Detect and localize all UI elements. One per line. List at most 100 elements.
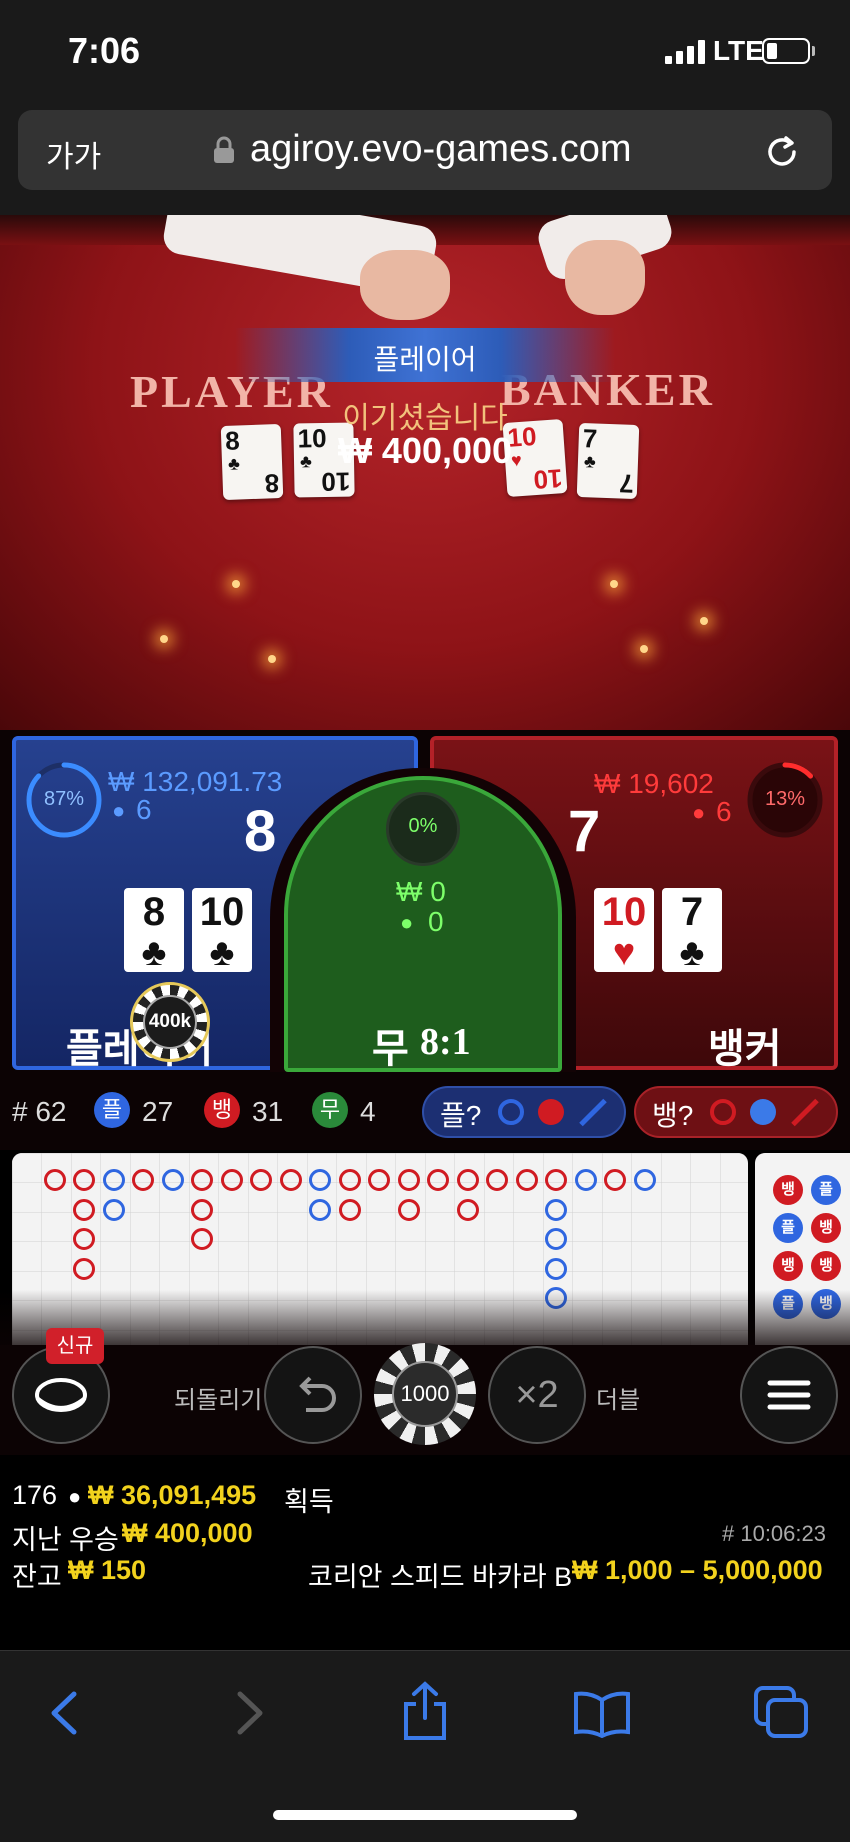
road-mark [397,1198,420,1221]
road-mark [102,1198,125,1221]
bead: 플 [773,1213,803,1243]
road-mark [456,1198,479,1221]
table-name: 코리안 스피드 바카라 B [308,1562,573,1592]
last-win-amount: ₩ 400,000 [122,1518,253,1548]
last-win-label: 지난 우승 [12,1525,119,1555]
tie-bet-amount: ₩ 0 [396,876,446,907]
won-suffix: 획득 [284,1487,334,1517]
road-mark [191,1169,213,1191]
undo-icon [299,1376,336,1412]
undo-button[interactable] [264,1346,362,1444]
road-mark [545,1198,567,1221]
road-mark [191,1228,213,1250]
chip-selector[interactable]: 1000 [374,1343,476,1445]
road-mark [73,1257,95,1280]
double-label: 더블 [596,1387,641,1414]
big-eye-preview-icon [750,1099,776,1125]
road-mark [161,1169,184,1191]
player-percent: 87% [43,788,85,810]
road-mark [456,1169,479,1191]
balance-label: 잔고 [12,1562,62,1592]
total-won: ₩ 36,091,495 [88,1480,257,1510]
round-id: # 10:06:23 [722,1521,826,1546]
bead: 플 [811,1175,841,1205]
share-icon[interactable] [398,1680,452,1742]
road-mark [515,1169,538,1191]
lock-icon [214,136,234,163]
winner-side: 플레이어 [373,344,477,375]
road-mark [368,1169,390,1191]
network-label: LTE [713,35,764,66]
new-badge: 신규 [46,1328,104,1364]
banker-wins-icon: 뱅 [204,1092,240,1128]
tie-percent: 0% [408,815,438,837]
road-mark [102,1169,125,1191]
forward-icon[interactable] [228,1688,272,1738]
home-indicator [273,1810,577,1820]
status-time: 7:06 [68,30,141,71]
banker-bet-count: 6 [716,796,732,827]
tie-wins-icon: 무 [312,1092,348,1128]
banker-percent: 13% [764,788,806,810]
placed-chip: 400k [130,982,210,1062]
road-mark [191,1198,213,1221]
player-card: 8 ♣ [124,888,184,972]
road-mark [43,1169,66,1191]
big-road-preview-icon [498,1099,524,1125]
undo-label: 되돌리기 [174,1387,263,1414]
tie-bet-count: 0 [428,906,444,937]
bead: 뱅 [773,1175,803,1205]
player-score: 8 [244,799,277,864]
road-mark [574,1169,597,1191]
road-mark [220,1169,243,1191]
road-mark [338,1198,361,1221]
player-bet-count: 6 [136,794,152,825]
banker-score: 7 [568,799,601,864]
road-mark [338,1169,361,1191]
banker-card: 7 ♣ [662,888,722,972]
win-amount: ₩ 400,000 [337,430,513,471]
tie-wins-count: 4 [360,1096,376,1127]
double-button[interactable]: ×2 [488,1346,586,1444]
reload-icon[interactable] [760,130,804,174]
url-text[interactable]: agiroy.evo-games.com [250,128,632,171]
big-eye-preview-icon [538,1099,564,1125]
players-online: 176 [12,1480,58,1510]
banker-label: 뱅커 [708,1027,782,1071]
person-icon: ● [692,800,706,825]
tie-payout: 8:1 [420,1021,471,1063]
road-mark [486,1169,508,1191]
text-size-button[interactable]: 가가 [46,132,101,176]
menu-button[interactable] [740,1346,838,1444]
road-mark [73,1228,95,1250]
road-mark [604,1169,626,1191]
player-wins-icon: 플 [94,1092,130,1128]
menu-icon [767,1380,811,1410]
player-bet-amount: ₩ 132,091.73 [108,766,283,797]
live-video: PLAYER BANKER 8 ♣ 8 10 ♣ 10 10 ♥ 10 7 ♣ 7 [0,215,850,730]
banker-wins-count: 31 [252,1096,284,1127]
bead: 뱅 [773,1251,803,1281]
road-mark [427,1169,449,1191]
road-mark [250,1169,272,1191]
road-mark [73,1198,95,1221]
road-mark [633,1169,656,1191]
person-icon: ● [400,910,414,935]
player-card: 10 ♣ [192,888,252,972]
table-limits: ₩ 1,000 – 5,000,000 [572,1555,823,1585]
bookmarks-icon[interactable] [572,1688,632,1738]
tie-label: 무 [372,1027,409,1071]
player-ask-label: 플? [440,1100,482,1131]
balance-amount: ₩ 150 [68,1555,147,1585]
double-icon: ×2 [515,1374,559,1416]
road-mark [545,1169,567,1191]
road-mark [309,1169,331,1191]
road-mark [397,1169,420,1191]
tabs-icon[interactable] [752,1684,810,1740]
player-wins-count: 27 [142,1096,174,1127]
road-mark [279,1169,302,1191]
banker-card: 10 ♥ [594,888,654,972]
back-icon[interactable] [42,1688,86,1738]
round-count: # 62 [12,1096,67,1127]
road-mark [545,1257,567,1280]
